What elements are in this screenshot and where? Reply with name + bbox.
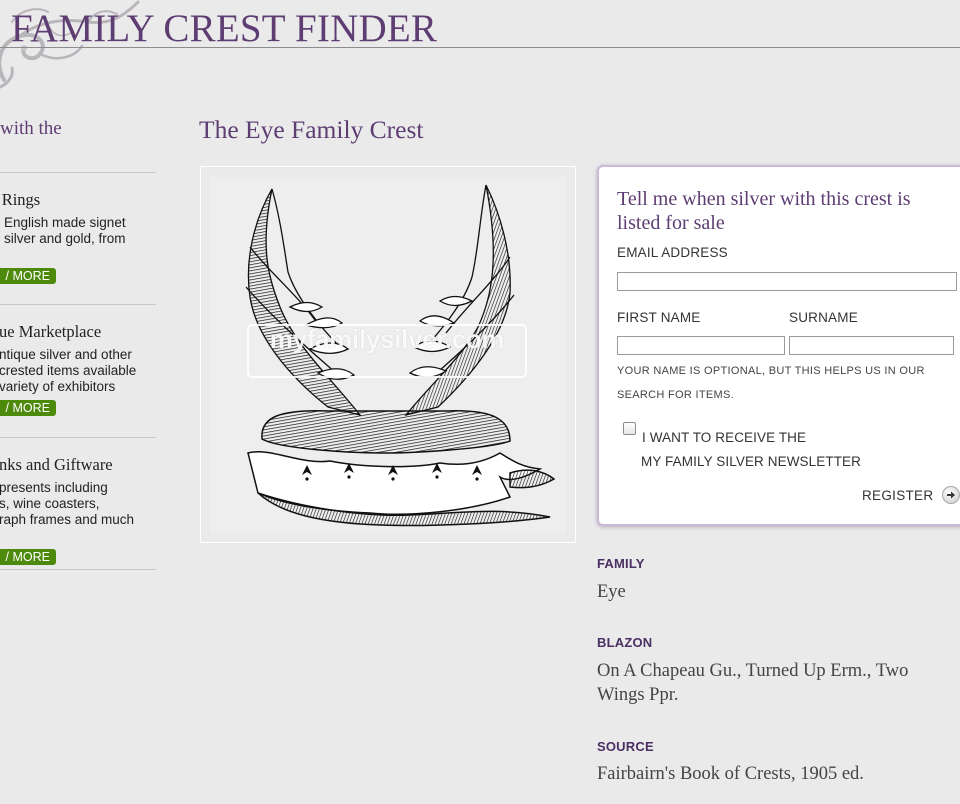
crest-image: myfamilysilver.com	[210, 177, 566, 533]
blazon-value: On A Chapeau Gu., Turned Up Erm., Two Wi…	[597, 661, 909, 705]
sidebar-divider	[0, 172, 156, 173]
email-label: EMAIL ADDRESS	[617, 245, 728, 260]
family-value: Eye	[597, 582, 626, 602]
view-more-button[interactable]: / MORE	[0, 268, 56, 284]
promo-title[interactable]: ue Marketplace	[0, 322, 101, 342]
promo-title[interactable]: t Rings	[0, 190, 40, 210]
newsletter-label[interactable]: I WANT TO RECEIVE THE MY FAMILY SILVER N…	[641, 426, 862, 474]
watermark: myfamilysilver.com	[247, 324, 527, 378]
surname-field[interactable]	[789, 336, 954, 355]
source-label: SOURCE	[597, 739, 654, 754]
sidebar-intro: with the	[0, 118, 62, 140]
register-panel-title: Tell me when silver with this crest is l…	[617, 188, 911, 234]
register-panel: Tell me when silver with this crest is l…	[597, 165, 960, 526]
crest-image-frame: myfamilysilver.com	[200, 166, 576, 543]
sidebar: with the t Rings English made signet sil…	[0, 0, 156, 804]
first-name-label: FIRST NAME	[617, 310, 701, 325]
newsletter-checkbox[interactable]	[623, 422, 636, 435]
promo-title[interactable]: nks and Giftware	[0, 455, 113, 475]
email-field[interactable]	[617, 272, 957, 291]
arrow-right-icon	[942, 486, 960, 504]
surname-label: SURNAME	[789, 310, 858, 325]
promo-desc-line: English made signet	[4, 215, 126, 230]
newsletter-label-line: MY FAMILY SILVER NEWSLETTER	[641, 454, 862, 469]
register-label: REGISTER	[862, 487, 934, 503]
promo-desc-line: crested items available	[0, 363, 137, 378]
promo-desc-line: raph frames and much	[0, 512, 135, 527]
sidebar-divider	[0, 569, 156, 570]
promo-description: English made signet silver and gold, fro…	[4, 215, 126, 247]
promo-desc-line: presents including	[0, 480, 108, 495]
view-more-button[interactable]: / MORE	[0, 549, 56, 565]
sidebar-divider	[0, 437, 156, 438]
promo-desc-line: silver and gold, from	[4, 231, 126, 246]
sidebar-divider	[0, 304, 156, 305]
register-button[interactable]: REGISTER	[862, 484, 960, 506]
source-value: Fairbairn's Book of Crests, 1905 ed.	[597, 764, 864, 784]
first-name-field[interactable]	[617, 336, 785, 355]
name-optional-note: YOUR NAME IS OPTIONAL, BUT THIS HELPS US…	[617, 365, 925, 401]
family-label: FAMILY	[597, 556, 645, 571]
promo-description: ntique silver and other crested items av…	[0, 347, 136, 395]
sidebar-intro-text: with the	[0, 118, 62, 139]
view-more-button[interactable]: / MORE	[0, 400, 56, 416]
page-title: The Eye Family Crest	[199, 115, 424, 144]
promo-description: presents including s, wine coasters, rap…	[0, 480, 134, 528]
promo-desc-line: s, wine coasters,	[0, 496, 100, 511]
promo-desc-line: ntique silver and other	[0, 347, 132, 362]
newsletter-label-line: I WANT TO RECEIVE THE	[642, 430, 807, 445]
blazon-label: BLAZON	[597, 635, 653, 650]
promo-desc-line: variety of exhibitors	[0, 379, 116, 394]
